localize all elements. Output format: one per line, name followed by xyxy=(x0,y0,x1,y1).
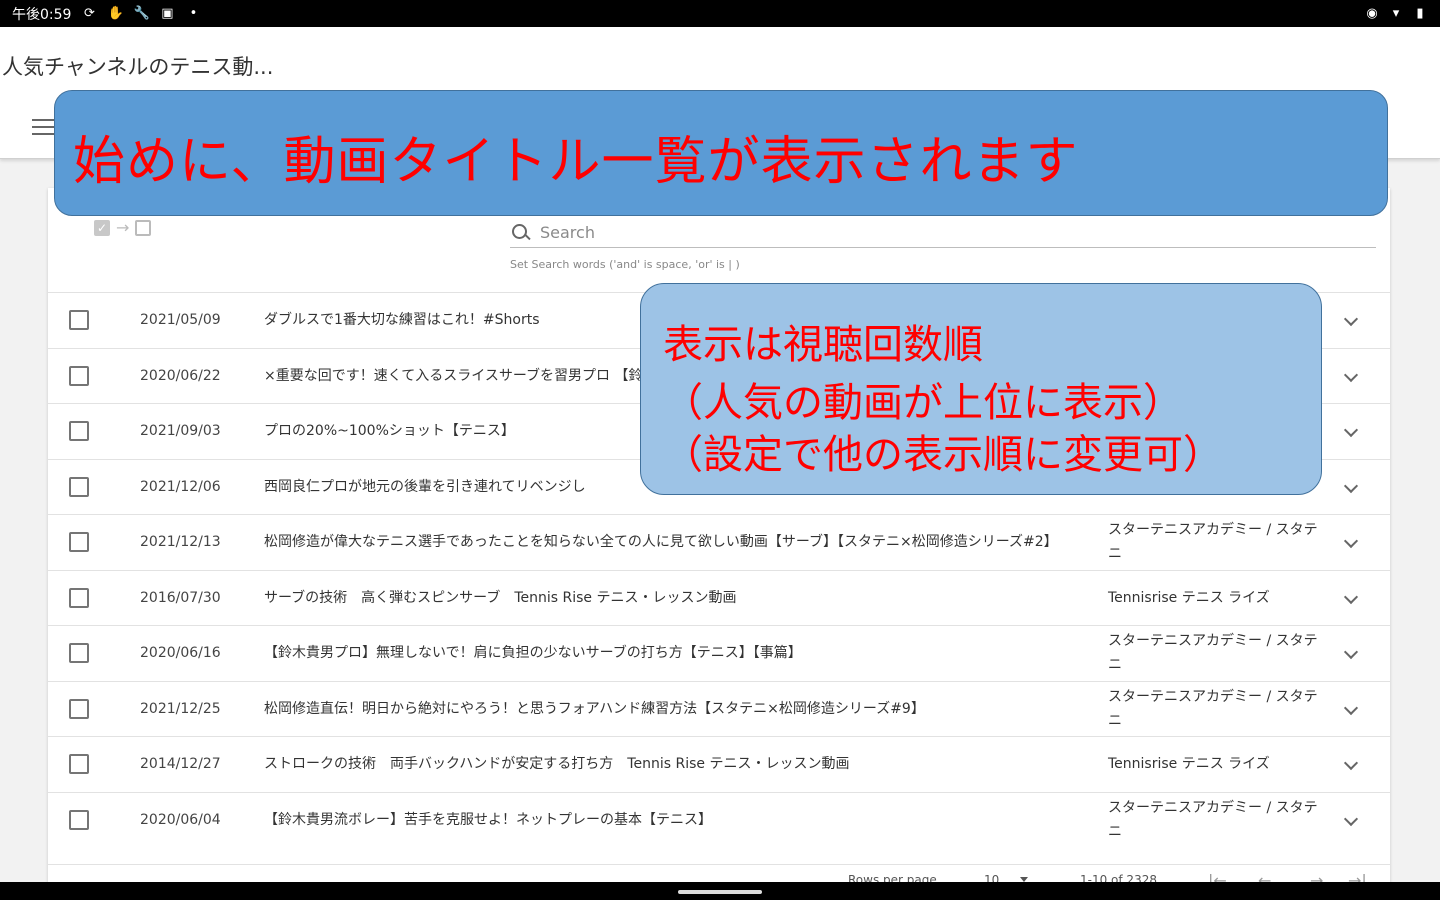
row-checkbox[interactable] xyxy=(69,310,89,331)
table-row[interactable]: 2021/12/13 松岡修造が偉大なテニス選手であったことを知らない全ての人に… xyxy=(48,514,1390,570)
chevron-down-icon[interactable] xyxy=(1343,589,1359,604)
chevron-down-icon[interactable] xyxy=(1343,645,1359,660)
chevron-down-icon[interactable] xyxy=(1343,367,1359,382)
row-channel: スターテニスアカデミー / スタテニ xyxy=(1108,522,1318,563)
row-checkbox[interactable] xyxy=(69,754,89,775)
status-bar: 午後0:59 ⟳ ✋ 🔧 ▣ • ◉ ▾ ▮ xyxy=(0,0,1440,27)
chevron-down-icon[interactable] xyxy=(1343,423,1359,438)
row-channel: スターテニスアカデミー / スタテニ xyxy=(1108,688,1318,729)
search-input[interactable] xyxy=(540,223,1140,242)
wrench-icon: 🔧 xyxy=(133,5,150,21)
navigation-bar xyxy=(0,882,1440,900)
eye-icon: ◉ xyxy=(1366,5,1378,21)
table-row[interactable]: 2021/12/25 松岡修造直伝！明日から絶対にやろう！と思うフォアハンド練習… xyxy=(48,680,1390,737)
status-time: 午後0:59 xyxy=(12,6,72,23)
row-date: 2021/12/13 xyxy=(140,534,221,551)
row-checkbox[interactable] xyxy=(69,809,89,830)
hand-icon: ✋ xyxy=(107,5,124,21)
chevron-down-icon[interactable] xyxy=(1343,312,1359,327)
row-channel: スターテニスアカデミー / スタテニ xyxy=(1108,633,1318,674)
menu-icon[interactable] xyxy=(32,119,54,137)
search-hint: Set Search words ('and' is space, 'or' i… xyxy=(510,258,740,271)
row-checkbox[interactable] xyxy=(69,476,89,497)
row-checkbox[interactable] xyxy=(69,587,89,608)
row-date: 2020/06/22 xyxy=(140,367,221,384)
row-checkbox[interactable] xyxy=(69,365,89,386)
row-date: 2021/12/06 xyxy=(140,478,221,495)
arrow-right-icon: → xyxy=(116,218,130,237)
sync-icon: ⟳ xyxy=(84,5,95,21)
tutorial-callout: 表示は視聴回数順 （人気の動画が上位に表示） （設定で他の表示順に変更可） xyxy=(640,283,1322,495)
checked-box-icon: ✓ xyxy=(94,219,110,236)
chevron-down-icon[interactable] xyxy=(1343,756,1359,771)
callout-line: （設定で他の表示順に変更可） xyxy=(663,432,1223,478)
battery-icon: ▮ xyxy=(1416,5,1424,21)
search-icon xyxy=(510,222,532,244)
table-row[interactable]: 2016/07/30 サーブの技術 高く弾むスピンサーブ Tennis Rise… xyxy=(48,569,1390,626)
banner-text: 始めに、動画タイトル一覧が表示されます xyxy=(73,132,1079,192)
row-checkbox[interactable] xyxy=(69,698,89,719)
dot-icon: • xyxy=(189,5,198,21)
row-channel: スターテニスアカデミー / スタテニ xyxy=(1108,799,1318,840)
select-toggle[interactable]: ✓ → xyxy=(94,218,152,237)
callout-line: （人気の動画が上位に表示） xyxy=(663,380,1183,426)
chevron-down-icon[interactable] xyxy=(1343,811,1359,826)
unchecked-box-icon xyxy=(135,219,152,236)
table-row[interactable]: 2020/06/16 【鈴木貴男プロ】無理しないで！肩に負担の少ないサーブの打ち… xyxy=(48,625,1390,681)
search-area: Set Search words ('and' is space, 'or' i… xyxy=(510,218,1376,271)
row-channel: Tennisrise テニス ライズ xyxy=(1108,589,1270,606)
row-date: 2020/06/16 xyxy=(140,645,221,662)
tutorial-banner: 始めに、動画タイトル一覧が表示されます xyxy=(54,90,1388,216)
chevron-down-icon[interactable] xyxy=(1343,478,1359,493)
table-row[interactable]: 2014/12/27 ストロークの技術 両手バックハンドが安定する打ち方 Ten… xyxy=(48,736,1390,792)
row-date: 2021/05/09 xyxy=(140,312,221,329)
row-date: 2021/12/25 xyxy=(140,700,221,717)
screen: 午後0:59 ⟳ ✋ 🔧 ▣ • ◉ ▾ ▮ 人気チャンネルのテニス動... ✓… xyxy=(0,0,1440,900)
row-date: 2021/09/03 xyxy=(140,423,221,440)
row-title: 松岡修造直伝！明日から絶対にやろう！と思うフォアハンド練習方法【スタテニ×松岡修… xyxy=(264,700,925,717)
table-row[interactable]: 2020/06/04 【鈴木貴男流ボレー】苦手を克服せよ！ネットプレーの基本【テ… xyxy=(48,791,1390,848)
wifi-icon: ▾ xyxy=(1392,5,1400,21)
row-date: 2014/12/27 xyxy=(140,756,221,773)
row-title: 松岡修造が偉大なテニス選手であったことを知らない全ての人に見て欲しい動画【サーブ… xyxy=(264,534,1058,551)
image-icon: ▣ xyxy=(161,5,174,21)
row-channel: Tennisrise テニス ライズ xyxy=(1108,756,1270,773)
row-checkbox[interactable] xyxy=(69,643,89,664)
row-date: 2016/07/30 xyxy=(140,589,221,606)
row-title: 【鈴木貴男流ボレー】苦手を克服せよ！ネットプレーの基本【テニス】 xyxy=(264,811,712,828)
row-checkbox[interactable] xyxy=(69,421,89,442)
row-title: 【鈴木貴男プロ】無理しないで！肩に負担の少ないサーブの打ち方【テニス】【事篇】 xyxy=(264,645,802,662)
row-title: ストロークの技術 両手バックハンドが安定する打ち方 Tennis Rise テニ… xyxy=(264,756,850,773)
home-gesture-handle[interactable] xyxy=(678,890,762,894)
callout-line: 表示は視聴回数順 xyxy=(663,322,983,368)
chevron-down-icon[interactable] xyxy=(1343,534,1359,549)
app-title: 人気チャンネルのテニス動... xyxy=(2,55,274,79)
row-checkbox[interactable] xyxy=(69,532,89,553)
row-title: サーブの技術 高く弾むスピンサーブ Tennis Rise テニス・レッスン動画 xyxy=(264,589,737,606)
chevron-down-icon[interactable] xyxy=(1343,700,1359,715)
row-date: 2020/06/04 xyxy=(140,811,221,828)
